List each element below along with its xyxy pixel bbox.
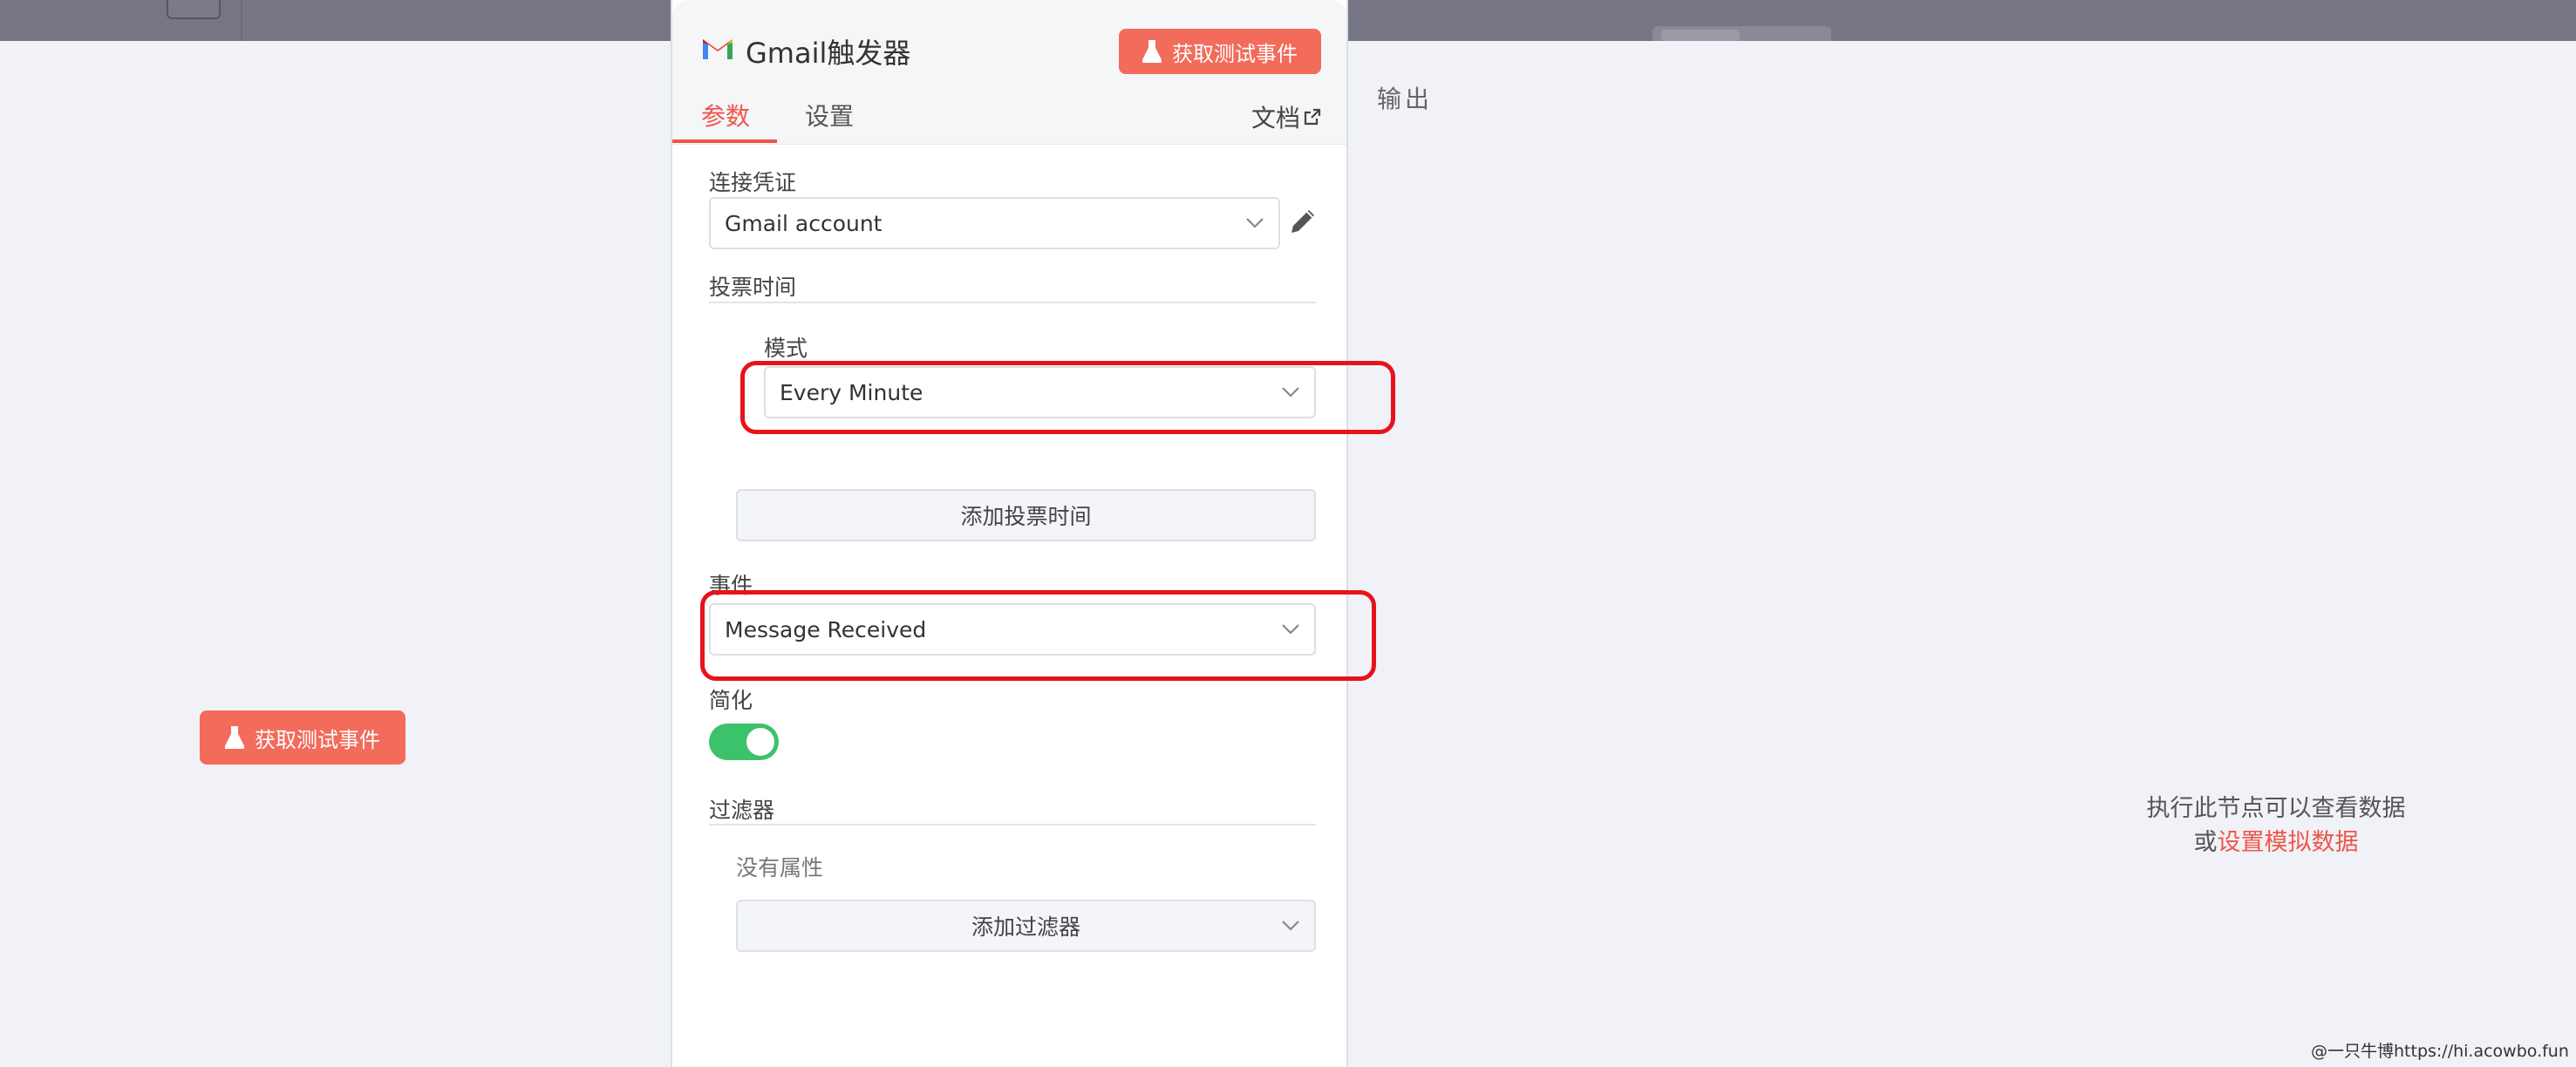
docs-label: 文档 — [1251, 104, 1301, 133]
topbar-divider — [241, 0, 242, 41]
fetch-test-event-label: 获取测试事件 — [1172, 41, 1298, 66]
fetch-test-event-button[interactable]: 获取测试事件 — [1119, 29, 1321, 74]
tab-parameters[interactable]: 参数 — [701, 98, 750, 133]
chevron-down-icon — [1282, 921, 1299, 931]
node-title: Gmail触发器 — [746, 37, 911, 70]
gmail-icon — [703, 39, 733, 59]
add-filter-button[interactable]: 添加过滤器 — [736, 900, 1316, 952]
output-title: 输出 — [1377, 85, 1434, 113]
poll-times-label: 投票时间 — [709, 275, 797, 300]
credential-value: Gmail account — [725, 210, 883, 236]
set-mock-data-link[interactable]: 设置模拟数据 — [2218, 829, 2359, 856]
active-tab-indicator — [672, 139, 777, 143]
credential-select[interactable]: Gmail account — [709, 197, 1280, 249]
event-highlight-annotation — [700, 590, 1376, 681]
flask-icon — [1142, 40, 1162, 63]
add-poll-time-label: 添加投票时间 — [960, 504, 1092, 529]
simplify-toggle[interactable] — [709, 724, 779, 760]
edit-credential-icon[interactable] — [1288, 207, 1318, 236]
output-hint-line2: 或设置模拟数据 — [2084, 826, 2468, 860]
node-parameter-panel: Gmail触发器 获取测试事件 参数 设置 文档 连接凭证 Gmail acco… — [671, 0, 1348, 1067]
panel-header: Gmail触发器 获取测试事件 参数 设置 文档 — [672, 0, 1346, 145]
mode-highlight-annotation — [740, 361, 1395, 434]
output-hint-prefix: 或 — [2193, 829, 2218, 856]
add-poll-time-button[interactable]: 添加投票时间 — [736, 489, 1316, 541]
filters-divider — [709, 824, 1316, 826]
flask-icon — [225, 726, 244, 749]
credential-label: 连接凭证 — [709, 170, 797, 195]
canvas-fetch-test-event-button[interactable]: 获取测试事件 — [200, 710, 405, 765]
watermark: @一只牛博https://hi.acowbo.fun — [2311, 1042, 2569, 1061]
mode-label: 模式 — [764, 336, 808, 361]
chevron-down-icon — [1246, 218, 1264, 228]
filters-label: 过滤器 — [709, 798, 775, 823]
simplify-label: 简化 — [709, 688, 753, 713]
add-filter-label: 添加过滤器 — [971, 914, 1080, 940]
topbar-button[interactable] — [167, 0, 221, 19]
output-hint-line1: 执行此节点可以查看数据 — [2146, 795, 2406, 822]
poll-times-divider — [709, 302, 1316, 303]
output-hint: 执行此节点可以查看数据 或设置模拟数据 — [2084, 792, 2468, 860]
canvas-fetch-test-event-label: 获取测试事件 — [255, 727, 380, 752]
external-link-icon — [1304, 108, 1321, 126]
docs-link[interactable]: 文档 — [1251, 99, 1321, 134]
topbar-tab-inner — [1661, 30, 1740, 41]
tab-settings[interactable]: 设置 — [805, 98, 854, 133]
no-properties-text: 没有属性 — [736, 855, 824, 880]
toggle-knob — [746, 728, 774, 756]
